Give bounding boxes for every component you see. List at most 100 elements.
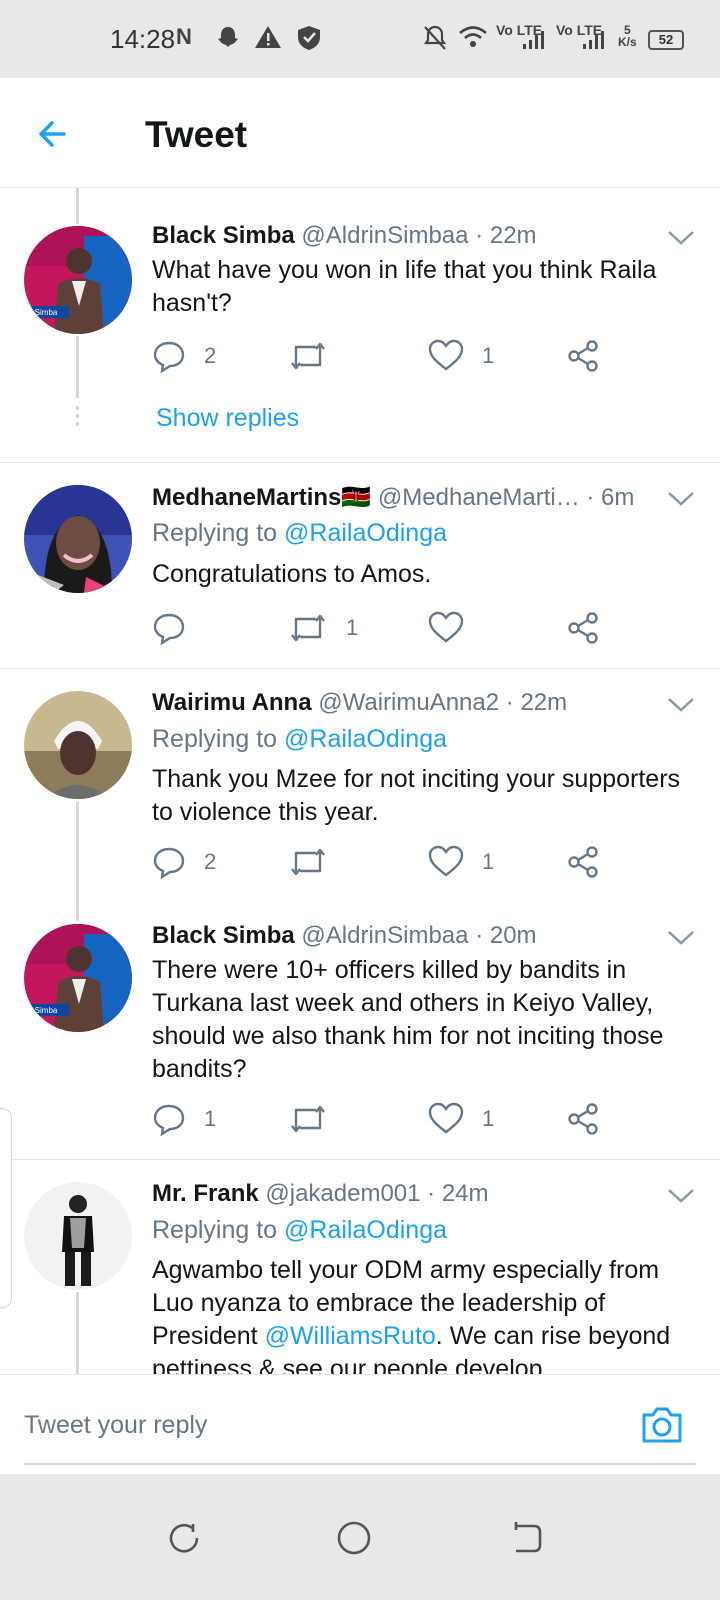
retweet-count: 1: [346, 615, 359, 640]
recent-apps-button[interactable]: [164, 1518, 204, 1558]
avatar[interactable]: [24, 1182, 132, 1290]
user-name[interactable]: MedhaneMartins🇰🇪: [152, 484, 371, 511]
thread-dot: [76, 414, 79, 418]
reply-button[interactable]: [152, 608, 204, 648]
chevron-down-icon[interactable]: [666, 228, 696, 248]
tweet-time: · 22m: [475, 222, 537, 249]
like-button[interactable]: 1: [428, 336, 494, 376]
replying-to: Replying to @RailaOdinga: [152, 725, 447, 754]
user-name[interactable]: Mr. Frank: [152, 1180, 259, 1207]
tweet-feed[interactable]: o Simba Black Simba @AldrinSimbaa · 22m …: [0, 188, 720, 1404]
recent-apps-icon: [169, 1523, 199, 1553]
user-name[interactable]: Black Simba: [152, 222, 295, 249]
arrow-left-icon: [39, 121, 66, 147]
share-icon: [568, 846, 598, 878]
chevron-down-icon[interactable]: [666, 695, 696, 715]
avatar[interactable]: o Simba: [24, 226, 132, 334]
like-count: 1: [482, 849, 495, 874]
tweet-time: · 6m: [586, 484, 635, 511]
tweet-item[interactable]: Wairimu Anna @WairimuAnna2 · 22m Replyin…: [0, 669, 720, 921]
chevron-down-icon[interactable]: [666, 928, 696, 948]
mention-link[interactable]: @WilliamsRuto: [265, 1322, 436, 1350]
replying-mention[interactable]: @RailaOdinga: [284, 1216, 447, 1244]
tweet-text: What have you won in life that you think…: [152, 256, 657, 317]
tweet-item[interactable]: o Simba Black Simba @AldrinSimbaa · 22m …: [0, 188, 720, 462]
user-handle[interactable]: @AldrinSimbaa: [301, 922, 468, 949]
share-button[interactable]: [566, 336, 600, 376]
like-button[interactable]: 1: [428, 1099, 494, 1139]
heart-icon: [428, 1102, 464, 1134]
user-handle[interactable]: @MedhaneMarti…: [378, 484, 580, 511]
retweet-icon: [291, 614, 325, 642]
reply-input[interactable]: [24, 1405, 614, 1445]
back-button[interactable]: [30, 108, 80, 158]
show-replies-link[interactable]: Show replies: [156, 404, 299, 433]
edge-handle[interactable]: [0, 1108, 12, 1308]
input-underline: [24, 1463, 696, 1465]
status-bar: 14:28 N Vo LTE Vo LTE 5 K/s 52: [0, 0, 720, 78]
retweet-button[interactable]: 1: [288, 608, 358, 648]
battery-icon: 52: [648, 30, 684, 50]
user-name[interactable]: Wairimu Anna: [152, 689, 312, 716]
tweet-time: · 22m: [505, 689, 568, 716]
reply-button[interactable]: 2: [152, 842, 216, 882]
replying-label: Replying to: [152, 519, 278, 547]
retweet-icon: [291, 1105, 325, 1133]
user-name[interactable]: Black Simba: [152, 922, 295, 949]
reply-button[interactable]: 1: [152, 1099, 216, 1139]
replying-mention[interactable]: @RailaOdinga: [284, 725, 447, 753]
snapchat-icon: [214, 24, 242, 58]
thread-dot: [76, 406, 79, 410]
share-icon: [568, 612, 598, 644]
reply-count: 1: [204, 1106, 217, 1131]
share-button[interactable]: [566, 1099, 600, 1139]
avatar[interactable]: [24, 485, 132, 593]
retweet-icon: [291, 342, 325, 370]
tweet-item[interactable]: Mr. Frank @jakadem001 · 24m Replying to …: [0, 1160, 720, 1404]
reply-button[interactable]: 2: [152, 336, 216, 376]
user-handle[interactable]: @jakadem001: [265, 1180, 420, 1207]
chevron-down-icon[interactable]: [666, 1186, 696, 1206]
tweet-header: Mr. Frank @jakadem001 · 24m: [152, 1180, 489, 1208]
system-nav-bar: [0, 1474, 720, 1600]
retweet-button[interactable]: [288, 336, 346, 376]
replying-mention[interactable]: @RailaOdinga: [284, 519, 447, 547]
reply-count: 2: [204, 849, 217, 874]
avatar[interactable]: [24, 691, 132, 799]
back-nav-icon: [514, 1522, 542, 1553]
app-header: Tweet: [0, 78, 720, 188]
heart-icon: [428, 845, 464, 877]
chevron-down-icon[interactable]: [666, 489, 696, 509]
like-button[interactable]: 1: [428, 842, 494, 882]
home-button[interactable]: [334, 1518, 374, 1558]
tweet-item[interactable]: o Simba Black Simba @AldrinSimbaa · 20m …: [0, 902, 720, 1159]
home-circle-icon: [337, 1521, 371, 1555]
signal-icon: [522, 30, 544, 56]
share-button[interactable]: [566, 842, 600, 882]
user-handle[interactable]: @AldrinSimbaa: [301, 222, 468, 249]
retweet-icon: [291, 848, 325, 876]
reply-count: 2: [204, 343, 217, 368]
tweet-text: Congratulations to Amos.: [152, 560, 432, 588]
user-handle[interactable]: @WairimuAnna2: [318, 689, 499, 716]
camera-icon: [642, 1407, 682, 1443]
replying-to: Replying to @RailaOdinga: [152, 1216, 447, 1245]
share-button[interactable]: [566, 608, 600, 648]
tweet-item[interactable]: MedhaneMartins🇰🇪 @MedhaneMarti… · 6m Rep…: [0, 463, 720, 668]
svg-text:o Simba: o Simba: [28, 1006, 58, 1015]
back-nav-button[interactable]: [506, 1518, 546, 1558]
reply-icon: [153, 847, 185, 879]
thread-dot: [76, 422, 79, 426]
avatar[interactable]: o Simba: [24, 924, 132, 1032]
like-button[interactable]: [428, 608, 482, 648]
tweet-header: MedhaneMartins🇰🇪 @MedhaneMarti… · 6m: [152, 483, 634, 512]
tweet-time: · 20m: [475, 922, 537, 949]
replying-to: Replying to @RailaOdinga: [152, 519, 447, 548]
wifi-icon: [458, 24, 488, 56]
retweet-button[interactable]: [288, 1099, 346, 1139]
signal-icon-2: [582, 30, 604, 56]
thread-line: [76, 336, 79, 398]
retweet-button[interactable]: [288, 842, 346, 882]
network-speed: 5 K/s: [618, 24, 637, 48]
camera-button[interactable]: [640, 1405, 684, 1445]
